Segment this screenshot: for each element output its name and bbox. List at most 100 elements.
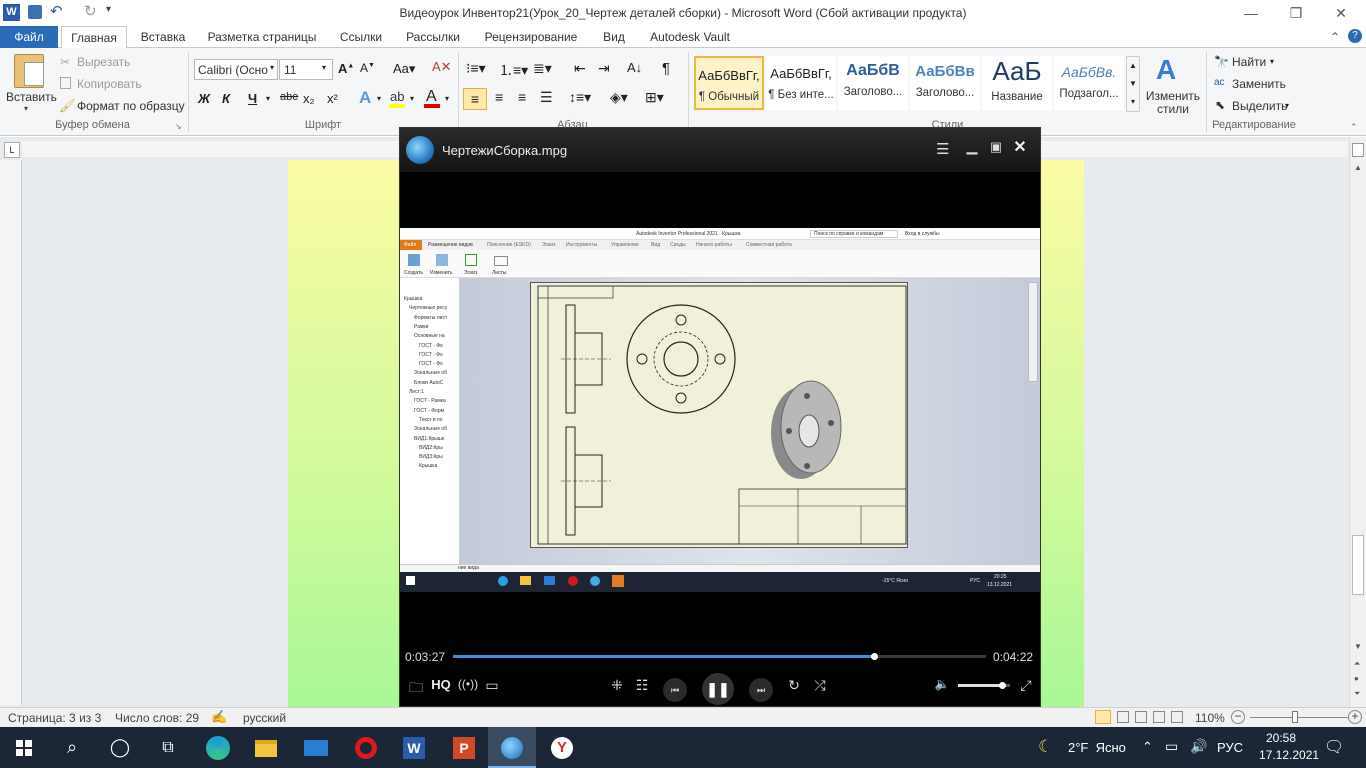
ruler-toggle-icon[interactable] bbox=[1352, 143, 1364, 157]
pilcrow-icon[interactable]: ¶ bbox=[662, 60, 670, 77]
powerpoint-icon[interactable]: P bbox=[440, 727, 488, 768]
language-indicator[interactable]: русский bbox=[243, 711, 286, 725]
clock-time[interactable]: 20:58 bbox=[1266, 731, 1296, 745]
align-center-icon[interactable]: ≡ bbox=[495, 89, 503, 105]
print-layout-view-icon[interactable] bbox=[1095, 710, 1111, 724]
zoom-thumb[interactable] bbox=[1292, 711, 1298, 723]
repeat-icon[interactable]: ↻ bbox=[782, 677, 806, 694]
next-page-icon[interactable]: ⏷ bbox=[1354, 689, 1360, 699]
minimize-button[interactable]: — bbox=[1228, 0, 1274, 26]
hq-button[interactable]: HQ bbox=[428, 677, 454, 692]
font-color-dropdown-icon[interactable]: ▾ bbox=[445, 94, 449, 103]
help-question-icon[interactable]: ? bbox=[1348, 29, 1362, 43]
video-player-window[interactable]: ЧертежиСборка.mpg ☰ ▁ ▣ ✕ Autodesk Inven… bbox=[399, 127, 1041, 707]
copy-button[interactable]: Копировать bbox=[77, 77, 142, 91]
pause-button[interactable]: ❚❚ bbox=[702, 673, 734, 705]
outline-view-icon[interactable] bbox=[1153, 711, 1165, 723]
undo-icon[interactable]: ↶ bbox=[50, 2, 63, 20]
italic-button[interactable]: К bbox=[222, 91, 230, 106]
borders-icon[interactable]: ⊞▾ bbox=[645, 89, 664, 106]
tab-view[interactable]: Вид bbox=[594, 26, 634, 48]
effects-icon[interactable]: ⁜ bbox=[605, 677, 629, 694]
tab-references[interactable]: Ссылки bbox=[332, 26, 390, 48]
justify-icon[interactable]: ☰ bbox=[540, 89, 553, 106]
text-effects-dropdown-icon[interactable]: ▾ bbox=[377, 94, 381, 103]
volume-tray-icon[interactable]: 🔊 bbox=[1190, 738, 1207, 755]
style-title[interactable]: АаБ Название bbox=[982, 56, 1052, 110]
word-taskbar-icon[interactable]: W bbox=[390, 727, 438, 768]
player-close-button[interactable]: ✕ bbox=[1010, 137, 1030, 157]
paste-button[interactable]: Вставить bbox=[6, 90, 57, 104]
cortana-icon[interactable]: ◯ bbox=[96, 727, 144, 768]
word-logo-icon[interactable]: W bbox=[3, 4, 20, 21]
bullets-icon[interactable]: ⁝≡▾ bbox=[466, 60, 486, 77]
notifications-icon[interactable]: 🗨 bbox=[1324, 737, 1344, 757]
weather-icon[interactable]: ☾ bbox=[1038, 737, 1053, 757]
style-heading-2[interactable]: АаБбВв Заголово... bbox=[910, 56, 980, 110]
zoom-out-icon[interactable]: − bbox=[1231, 710, 1245, 724]
weather-text[interactable]: 2°F Ясно bbox=[1068, 740, 1126, 755]
prev-page-icon[interactable]: ⏶ bbox=[1354, 659, 1360, 669]
volume-slider[interactable] bbox=[958, 682, 1010, 689]
paste-dropdown-icon[interactable]: ▾ bbox=[24, 104, 28, 113]
underline-button[interactable]: Ч bbox=[248, 91, 257, 106]
subtitles-icon[interactable]: ▭ bbox=[480, 677, 504, 694]
tab-page-layout[interactable]: Разметка страницы bbox=[200, 26, 324, 48]
tab-review[interactable]: Рецензирование bbox=[476, 26, 586, 48]
select-button[interactable]: Выделить bbox=[1232, 99, 1287, 113]
web-view-icon[interactable] bbox=[1135, 711, 1147, 723]
browse-object-icon[interactable]: ● bbox=[1354, 674, 1359, 683]
close-button[interactable]: ✕ bbox=[1318, 0, 1364, 26]
edge-icon[interactable] bbox=[194, 727, 242, 768]
next-button[interactable]: ⏭ bbox=[749, 678, 773, 702]
style-normal[interactable]: АаБбВвГг, ¶ Обычный bbox=[694, 56, 764, 110]
highlight-dropdown-icon[interactable]: ▾ bbox=[410, 94, 414, 103]
help-icon[interactable]: ⌃ bbox=[1330, 30, 1340, 44]
scroll-thumb[interactable] bbox=[1352, 535, 1364, 595]
numbering-icon[interactable]: ⒈≡▾ bbox=[499, 60, 528, 80]
search-icon[interactable]: ⌕ bbox=[48, 727, 96, 768]
full-screen-view-icon[interactable] bbox=[1117, 711, 1129, 723]
page-counter[interactable]: Страница: 3 из 3 bbox=[8, 711, 101, 725]
word-count[interactable]: Число слов: 29 bbox=[115, 711, 199, 725]
styles-scroll[interactable]: ▲ ▼ ▾ bbox=[1126, 56, 1140, 112]
tab-autodesk-vault[interactable]: Autodesk Vault bbox=[642, 26, 738, 48]
change-styles-button[interactable]: Изменить стили bbox=[1144, 90, 1202, 116]
format-painter-button[interactable]: Формат по образцу bbox=[77, 99, 185, 113]
strikethrough-button[interactable]: abe bbox=[280, 91, 298, 103]
underline-dropdown-icon[interactable]: ▾ bbox=[266, 94, 270, 103]
scroll-down-icon[interactable]: ▼ bbox=[1354, 642, 1362, 651]
zoom-level[interactable]: 110% bbox=[1195, 711, 1225, 725]
align-right-icon[interactable]: ≡ bbox=[518, 89, 526, 105]
player-minimize-button[interactable]: ▁ bbox=[962, 138, 982, 155]
grow-font-icon[interactable]: A▲ bbox=[338, 61, 354, 76]
find-dropdown-icon[interactable]: ▾ bbox=[1270, 57, 1274, 66]
previous-button[interactable]: ⏮ bbox=[663, 678, 687, 702]
broadcast-icon[interactable]: ((•)) bbox=[456, 677, 480, 691]
clock-date[interactable]: 17.12.2021 bbox=[1259, 748, 1319, 762]
mail-icon[interactable] bbox=[292, 727, 340, 768]
zoom-in-icon[interactable]: + bbox=[1348, 710, 1362, 724]
collapse-ribbon-icon[interactable]: ⌃ bbox=[1350, 122, 1358, 133]
opera-icon[interactable] bbox=[342, 727, 390, 768]
seek-bar[interactable] bbox=[453, 653, 986, 660]
bold-button[interactable]: Ж bbox=[198, 91, 210, 106]
clipboard-launcher-icon[interactable]: ↘ bbox=[175, 122, 182, 131]
scroll-up-icon[interactable]: ▲ bbox=[1354, 163, 1362, 172]
open-file-icon[interactable]: 🗀 bbox=[404, 677, 428, 701]
playlist-icon[interactable]: ☰ bbox=[936, 140, 949, 158]
line-spacing-icon[interactable]: ↕≡▾ bbox=[569, 89, 591, 106]
tab-mailings[interactable]: Рассылки bbox=[398, 26, 468, 48]
font-size-dropdown-icon[interactable]: ▾ bbox=[322, 63, 326, 72]
sort-icon[interactable]: A↓ bbox=[627, 60, 642, 75]
style-no-spacing[interactable]: АаБбВвГг, ¶ Без инте... bbox=[766, 56, 836, 110]
find-button[interactable]: Найти bbox=[1232, 55, 1266, 69]
draft-view-icon[interactable] bbox=[1171, 711, 1183, 723]
shuffle-icon[interactable]: ⤮ bbox=[808, 677, 832, 694]
yandex-icon[interactable]: Y bbox=[538, 727, 586, 768]
change-case-icon[interactable]: Aa▾ bbox=[393, 61, 415, 77]
decrease-indent-icon[interactable]: ⇤ bbox=[574, 60, 586, 77]
save-icon[interactable] bbox=[28, 5, 42, 19]
volume-thumb[interactable] bbox=[999, 682, 1007, 689]
select-dropdown-icon[interactable]: ▾ bbox=[1285, 101, 1289, 110]
